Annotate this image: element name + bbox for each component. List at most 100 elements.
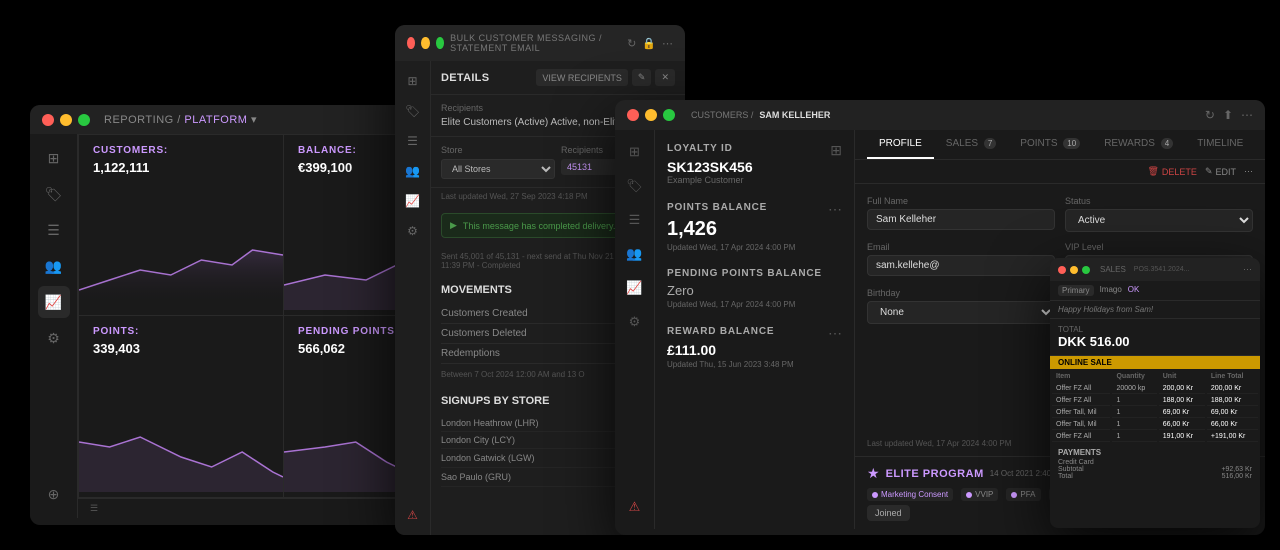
full-name-input[interactable] [867,209,1055,230]
points-balance-header: POINTS BALANCE ⋯ [667,201,842,218]
bulk-header-actions: VIEW RECIPIENTS ✎ ✕ [536,69,675,86]
loyalty-id-more-btn[interactable]: ⊞ [830,142,842,159]
sales-message: Happy Holidays from Sam! [1050,301,1260,319]
bulk-view-recipients-btn[interactable]: VIEW RECIPIENTS [536,69,628,86]
bulk-minimize-button[interactable] [421,37,429,49]
sales-titlebar: SALES POS.3541.2024... ⋯ [1050,258,1260,281]
store-label: Store [441,145,555,155]
sales-items-table: Item Quantity Unit Line Total Offer FZ A… [1050,369,1260,444]
payment-subtotal-label: Subtotal [1058,466,1084,473]
cust-sidebar-users[interactable]: 👥 [621,240,649,268]
more-actions-button[interactable]: ⋯ [1244,166,1253,177]
delete-button[interactable]: 🗑 DELETE [1147,166,1196,177]
sidebar-icon-list[interactable]: ☰ [38,214,70,246]
sidebar-icon-chart[interactable]: 📈 [38,286,70,318]
tab-points[interactable]: POINTS 10 [1008,130,1092,159]
bulk-close-button[interactable] [407,37,415,49]
sales-popup-window: SALES POS.3541.2024... ⋯ Primary Imago O… [1050,258,1260,528]
sales-row-4: Offer FZ All 1 191,00 Kr +191,00 Kr [1052,432,1258,442]
payments-section: PAYMENTS Credit Card Subtotal +92,63 Kr … [1050,444,1260,484]
loyalty-id-subtitle: Example Customer [667,175,842,185]
cust-share-icon[interactable]: ⬆ [1223,108,1233,122]
sales-tag-row: Primary Imago OK [1050,281,1260,301]
bulk-close-section-btn[interactable]: ✕ [655,69,675,86]
tab-profile[interactable]: PROFILE [867,130,934,159]
edit-button[interactable]: ✎ EDIT [1205,166,1236,177]
email-label: Email [867,242,1055,252]
sales-close-button[interactable] [1058,266,1066,274]
cust-sidebar-chart[interactable]: 📈 [621,274,649,302]
bulk-maximize-button[interactable] [436,37,444,49]
tab-timeline[interactable]: TIMELINE [1185,130,1255,159]
tab-sales[interactable]: SALES 7 [934,130,1008,159]
bulk-sidebar-chart[interactable]: 📈 [401,189,425,213]
points-more-btn[interactable]: ⋯ [828,201,842,218]
loyalty-panel: LOYALTY ID ⊞ SK123SK456 Example Customer… [655,130,855,529]
sidebar-icon-settings[interactable]: ⚙ [38,322,70,354]
status-select[interactable]: Active [1065,209,1253,232]
cust-sidebar-tag[interactable]: 🏷 [621,172,649,200]
bulk-sidebar-grid[interactable]: ⊞ [401,69,425,93]
birthday-label: Birthday [867,288,1055,298]
reward-more-btn[interactable]: ⋯ [828,325,842,342]
close-button[interactable] [42,114,54,126]
payment-row-total: Total 516,00 Kr [1058,473,1252,480]
maximize-button[interactable] [78,114,90,126]
cust-close-button[interactable] [627,109,639,121]
cust-sidebar-settings[interactable]: ⚙ [621,308,649,336]
sales-titlebar-left: SALES POS.3541.2024... [1058,265,1189,274]
sidebar-icon-grid[interactable]: ⊞ [38,142,70,174]
birthday-group: Birthday None [867,288,1055,324]
email-input[interactable] [867,255,1055,276]
bulk-edit-btn[interactable]: ✎ [632,69,652,86]
sidebar-icon-tag[interactable]: 🏷 [38,178,70,210]
customers-value: 1,122,111 [93,160,269,175]
store-select[interactable]: All Stores [441,159,555,179]
bulk-sidebar-tag[interactable]: 🏷 [401,99,425,123]
reward-balance-section: REWARD BALANCE ⋯ £111.00 Updated Thu, 15… [667,325,842,369]
birthday-select[interactable]: None [867,301,1055,324]
cust-refresh-icon[interactable]: ↻ [1205,108,1215,122]
points-balance-label: POINTS BALANCE [667,202,767,213]
reward-balance-label: REWARD BALANCE [667,326,774,337]
cust-maximize-button[interactable] [663,109,675,121]
cust-minimize-button[interactable] [645,109,657,121]
sidebar-icon-more[interactable]: ⊕ [38,478,70,510]
full-name-label: Full Name [867,196,1055,206]
sales-minimize-button[interactable] [1070,266,1078,274]
vip-label: VIP Level [1065,242,1253,252]
payment-total-amount: 516,00 Kr [1222,473,1252,480]
points-balance-value: 1,426 [667,218,842,241]
sidebar-icon-users[interactable]: 👥 [38,250,70,282]
col-total: Line Total [1207,371,1258,382]
minimize-button[interactable] [60,114,72,126]
pending-points-updated: Updated Wed, 17 Apr 2024 4:00 PM [667,300,842,309]
bulk-sidebar-list[interactable]: ☰ [401,129,425,153]
cust-sidebar-list[interactable]: ☰ [621,206,649,234]
cust-sidebar-grid[interactable]: ⊞ [621,138,649,166]
sales-row-3: Offer Tall, Mil 1 66,00 Kr 66,00 Kr [1052,420,1258,430]
bulk-sidebar-users[interactable]: 👥 [401,159,425,183]
edit-icon: ✎ [1205,166,1213,177]
sales-tag-imago: Imago [1100,285,1122,296]
customers-titlebar-right: ↻ ⬆ ⋯ [1205,108,1253,122]
email-group: Email [867,242,1055,278]
col-item: Item [1052,371,1110,382]
bulk-share-icon[interactable]: ⋯ [662,37,673,50]
cust-sidebar-alert[interactable]: ⚠ [621,493,649,521]
cust-more-icon[interactable]: ⋯ [1241,108,1253,122]
pending-points-label: PENDING POINTS BALANCE [667,268,842,279]
sales-row-2: Offer Tall, Mil 1 69,00 Kr 69,00 Kr [1052,408,1258,418]
col-unit: Unit [1159,371,1205,382]
bulk-sidebar-alert[interactable]: ⚠ [401,503,425,527]
payment-row-cc: Credit Card [1058,459,1252,466]
tab-rewards[interactable]: REWARDS 4 [1092,130,1185,159]
sales-tag-primary: Primary [1058,285,1094,296]
bulk-lock-icon[interactable]: 🔒 [642,37,656,50]
sales-maximize-button[interactable] [1082,266,1090,274]
sales-more-icon[interactable]: ⋯ [1243,264,1252,275]
payment-subtotal-amount: +92,63 Kr [1221,466,1252,473]
bulk-sidebar-settings[interactable]: ⚙ [401,219,425,243]
sales-row-0: Offer FZ All 20000 kp 200,00 Kr 200,00 K… [1052,384,1258,394]
bulk-refresh-icon[interactable]: ↻ [627,37,636,50]
